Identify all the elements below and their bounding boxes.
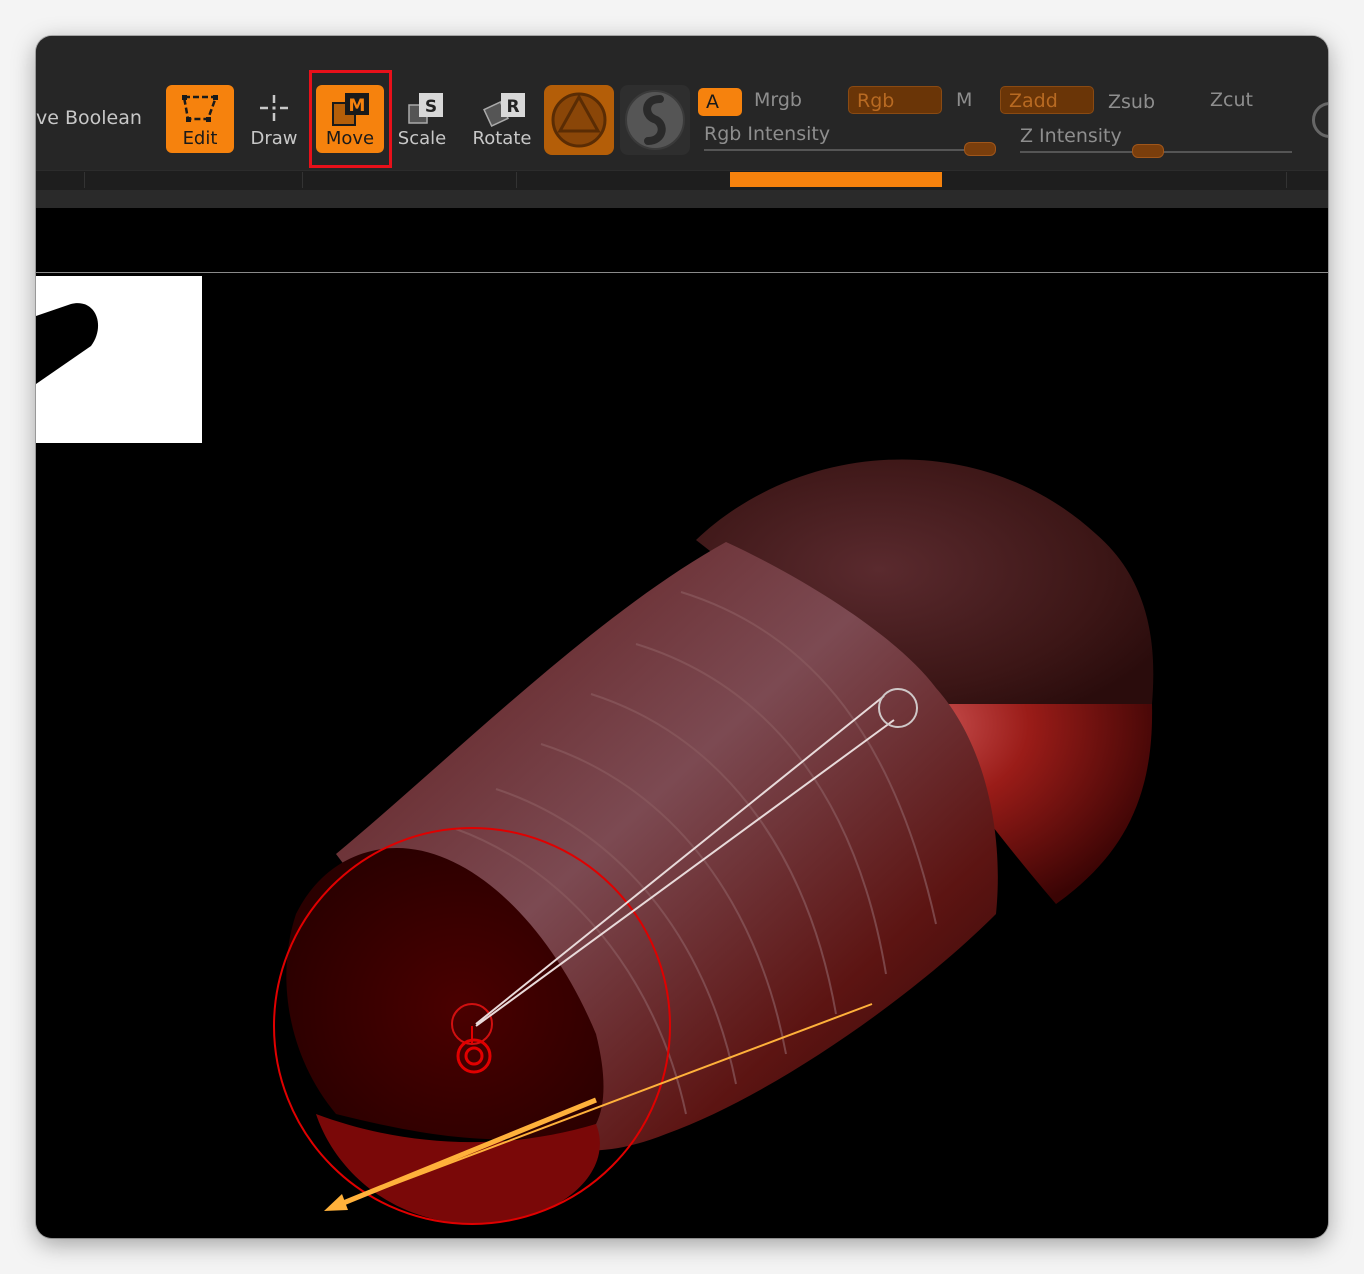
stroke-icon — [625, 90, 685, 150]
rotate-label: Rotate — [472, 128, 532, 149]
draw-button[interactable]: Draw — [240, 85, 308, 153]
rgb-intensity-knob[interactable] — [964, 142, 996, 156]
scale-button[interactable]: S Scale — [388, 85, 456, 153]
move-highlight-box — [309, 70, 392, 168]
focal-shift-dial[interactable] — [1312, 102, 1328, 138]
z-intensity-label: Z Intensity — [1020, 125, 1122, 147]
scale-icon: S — [408, 93, 443, 124]
canvas-header-strip — [36, 208, 1328, 273]
edit-icon — [182, 95, 218, 122]
app-window: ve Boolean Edit Draw M Move S Scale R Ro… — [36, 36, 1328, 1238]
canvas-viewport[interactable] — [36, 208, 1328, 1238]
live-boolean-label[interactable]: ve Boolean — [36, 107, 142, 129]
rotate-button[interactable]: R Rotate — [468, 85, 536, 153]
a-toggle[interactable]: A — [698, 88, 742, 116]
draw-icon — [260, 95, 288, 121]
sub-shelf — [36, 170, 1328, 191]
material-button[interactable] — [544, 85, 614, 155]
stroke-button[interactable] — [620, 85, 690, 155]
shelf-divider — [516, 172, 517, 188]
material-sphere-icon — [551, 92, 607, 148]
rgb-intensity-label: Rgb Intensity — [704, 123, 831, 145]
mrgb-toggle[interactable]: Mrgb — [746, 86, 836, 114]
scale-label: Scale — [397, 128, 447, 149]
rgb-intensity-track[interactable] — [704, 149, 994, 151]
top-toolbar: ve Boolean Edit Draw M Move S Scale R Ro… — [36, 36, 1328, 208]
zadd-toggle[interactable]: Zadd — [1000, 86, 1094, 114]
draw-label: Draw — [250, 128, 298, 149]
edit-label: Edit — [182, 128, 218, 149]
progress-bar — [730, 172, 942, 187]
3d-scene[interactable] — [36, 274, 1328, 1238]
shelf-divider — [84, 172, 85, 188]
rgb-toggle[interactable]: Rgb — [848, 86, 942, 114]
svg-text:R: R — [506, 97, 519, 117]
shelf-divider — [1286, 172, 1287, 188]
zsub-toggle[interactable]: Zsub — [1100, 88, 1192, 116]
edit-button[interactable]: Edit — [166, 85, 234, 153]
z-intensity-knob[interactable] — [1132, 144, 1164, 158]
zcut-toggle[interactable]: Zcut — [1202, 86, 1294, 114]
toolbar-bottom-band — [36, 190, 1328, 208]
svg-text:S: S — [425, 97, 437, 117]
m-toggle[interactable]: M — [948, 86, 988, 114]
rotate-icon: R — [483, 93, 525, 127]
shelf-divider — [302, 172, 303, 188]
